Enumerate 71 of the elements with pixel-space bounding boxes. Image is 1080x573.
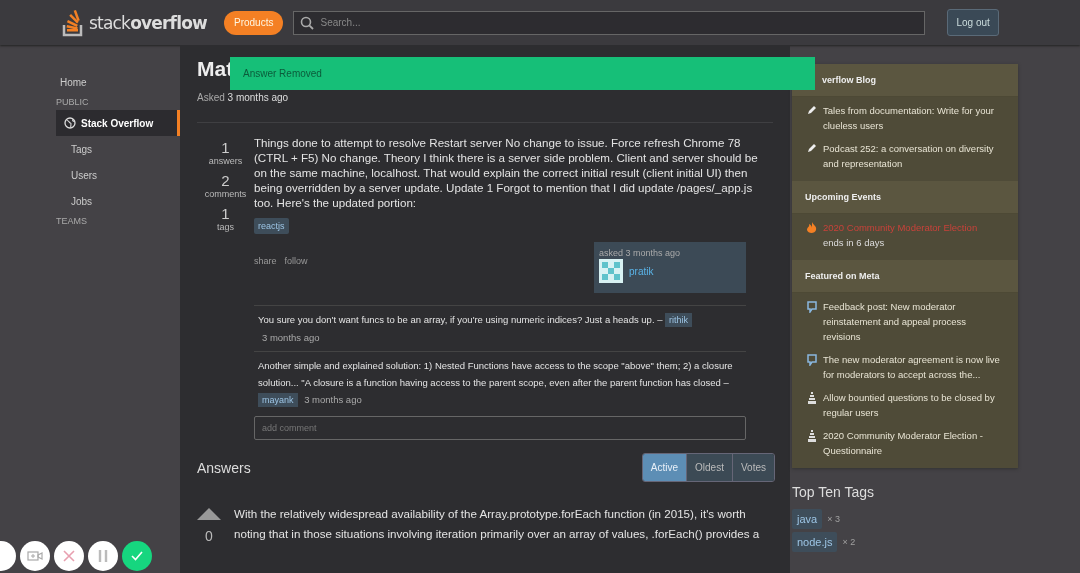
site-logo-text[interactable]: stackoverflow [89, 12, 208, 33]
stat-label: comments [204, 189, 247, 199]
asked-date: Asked 3 months ago [197, 92, 289, 103]
widget-link[interactable]: Podcast 252: a conversation on diversity and representation [823, 141, 1005, 171]
speech-bubble-icon [807, 301, 817, 313]
comment-user-link[interactable]: rithik [665, 313, 693, 327]
tag[interactable]: node.js [792, 532, 838, 552]
sort-tab[interactable]: Votes [731, 454, 774, 481]
comment-user-link[interactable]: mayank [258, 393, 298, 407]
asked-date: asked 3 months ago [599, 248, 682, 258]
widget-link[interactable]: Tales from documentation: Write for your clueless users [823, 103, 1005, 133]
nav-section-label: TEAMS [56, 216, 88, 226]
pause-button[interactable] [88, 541, 118, 571]
search-icon [300, 15, 315, 30]
camera-icon [27, 550, 43, 562]
nav-section-label: PUBLIC [56, 97, 90, 107]
pencil-icon [807, 105, 817, 115]
pencil-icon [807, 143, 817, 153]
nav-item[interactable]: Users [56, 162, 180, 188]
camera-button[interactable] [20, 541, 50, 571]
nav-item[interactable]: Jobs [56, 188, 180, 214]
nav-item[interactable]: Home [56, 69, 180, 95]
stat-label: answers [208, 156, 243, 166]
flame-icon [807, 222, 817, 234]
stat-count: 1 [221, 205, 230, 222]
search-field[interactable]: Search... [293, 10, 926, 35]
widget-title: Upcoming Events [792, 181, 1018, 214]
tag[interactable]: java [792, 509, 823, 529]
avatar-icon [599, 259, 623, 283]
top-tags-heading: Top Ten Tags [792, 484, 875, 500]
tag-count: × 2 [842, 537, 856, 547]
comment-input-field[interactable]: add comment [254, 416, 746, 440]
post-action-link[interactable]: follow [284, 256, 308, 293]
cancel-button[interactable] [54, 541, 84, 571]
logout-button[interactable]: Log out [947, 9, 999, 36]
widget-link[interactable]: Allow bountied questions to be closed by regular users [823, 390, 1005, 420]
vote-count: 0 [205, 528, 213, 544]
tag-count: × 3 [827, 514, 840, 524]
sort-tab[interactable]: Active [642, 454, 687, 481]
sort-tab[interactable]: Oldest [686, 454, 732, 481]
widget-link[interactable]: Feedback post: New moderator reinstatement and appeal process revisions [823, 299, 1005, 344]
notification-text: Answer Removed [243, 68, 322, 79]
author-link[interactable]: pratik [629, 265, 654, 277]
close-icon [63, 550, 75, 562]
event-countdown: ends in 6 days [823, 236, 886, 250]
upvote-arrow-icon[interactable] [197, 508, 221, 520]
comment-text: Another simple and explained solution: 1) Nested Functions have access to the scope "above" them; 2) a closure solution... "A closure is a function having access to the parent scope, even after the parent function has closed – [258, 360, 733, 388]
comment-time: 3 months ago [304, 393, 362, 407]
answer-body: With the relatively widespread availability of the Array.prototype.forEach function (in 2015), it's worth noting that in those situations involving iteration primarily over an array of values, .forEach() provides a [234, 506, 761, 542]
confirm-button[interactable] [122, 541, 152, 571]
nav-item[interactable]: Tags [56, 136, 180, 162]
comment-text: You sure you don't want funcs to be an array, if you're using numeric indices? Just a heads up. – [258, 314, 663, 325]
stack-icon [807, 392, 817, 404]
comment-time: 3 months ago [262, 331, 320, 345]
answers-heading: Answers [197, 459, 251, 476]
checkmark-icon [131, 551, 143, 561]
globe-icon [64, 117, 76, 129]
stat-count: 2 [221, 172, 230, 189]
stat-count: 1 [221, 139, 230, 156]
stat-label: tags [217, 222, 234, 232]
widget-title: verflow Blog [792, 64, 1018, 97]
widget-link[interactable]: 2020 Community Moderator Election - Questionnaire [823, 428, 1005, 458]
widget-title: Featured on Meta [792, 260, 1018, 293]
post-action-link[interactable]: share [254, 256, 277, 293]
stack-icon [807, 430, 817, 442]
widget-link[interactable]: The new moderator agreement is now live for moderators to accept across the... [823, 352, 1005, 382]
speech-bubble-icon [807, 354, 817, 366]
pause-icon [98, 550, 108, 562]
nav-item[interactable]: Stack Overflow [56, 110, 180, 136]
question-body: Things done to attempt to resolve Restart server No change to issue. Force refresh Chrome 78 (CTRL + F5) No change. Theory I think there is a server side problem. Client and server should be on the same machine, localhost. That would explain the correct initial result (client initial UI) then being overridden by a server update. Update 1 Forgot to mention that I did update /pages/_app.js too. Here's the updated portion: [254, 135, 758, 210]
tag[interactable]: reactjs [254, 218, 289, 234]
